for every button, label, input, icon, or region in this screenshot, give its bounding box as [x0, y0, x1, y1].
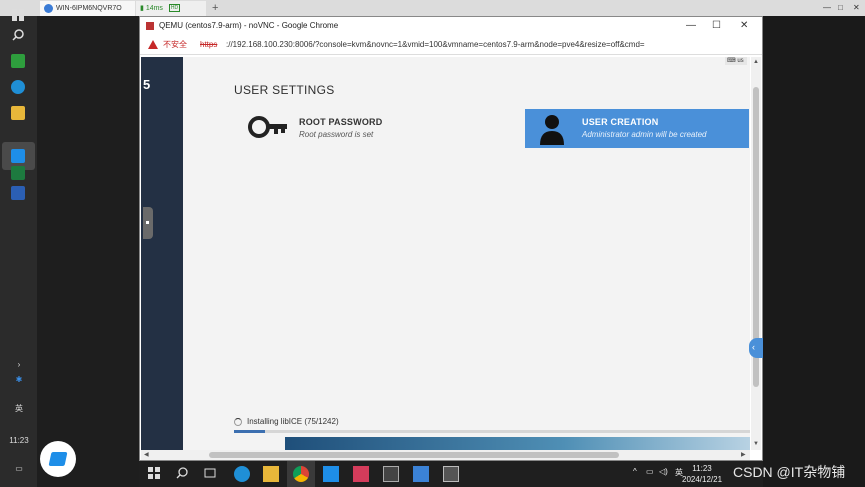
url-scheme: https — [200, 40, 218, 49]
remote-tab[interactable]: WIN-6IPM6NQVR7O — [40, 1, 135, 16]
spoke-root-password[interactable]: ROOT PASSWORD Root password is set — [236, 107, 496, 146]
taskbar-time: 11:23 — [692, 464, 712, 473]
spoke-name: ROOT PASSWORD — [299, 117, 383, 127]
signal-icon: ▮ — [140, 5, 144, 12]
app-gray-icon[interactable] — [443, 466, 459, 482]
volume-icon[interactable]: ◁) — [659, 467, 668, 476]
edge-taskbar-icon[interactable] — [234, 466, 250, 482]
chrome-window: QEMU (centos7.9-arm) - noVNC - Google Ch… — [139, 16, 763, 461]
windows-icon — [11, 8, 25, 22]
tray-chevron-icon[interactable]: ^ — [633, 467, 637, 476]
todesk-app-icon[interactable] — [40, 441, 76, 477]
progress-fill — [234, 430, 266, 433]
spoke-name: USER CREATION — [582, 117, 659, 127]
spoke-status: Root password is set — [299, 130, 374, 139]
user-icon — [539, 113, 565, 150]
collapse-panel-button[interactable]: ‹ — [749, 338, 763, 358]
app-blue-icon[interactable] — [413, 466, 429, 482]
new-tab-button[interactable]: + — [212, 0, 218, 16]
tray-display-icon[interactable]: ▭ — [646, 467, 654, 476]
installer-side-number: 5 — [143, 77, 151, 92]
scroll-left-arrow-icon[interactable]: ◀ — [144, 450, 149, 460]
terminal-icon[interactable] — [383, 466, 399, 482]
url-text: ://192.168.100.230:8006/?console=kvm&nov… — [226, 40, 645, 49]
excel-icon[interactable] — [11, 166, 25, 180]
remote-tab-title: WIN-6IPM6NQVR7O — [56, 5, 122, 12]
latency-value: 14ms — [145, 5, 163, 12]
right-background — [763, 16, 865, 487]
window-title: QEMU (centos7.9-arm) - noVNC - Google Ch… — [159, 21, 339, 30]
watermark: CSDN @IT杂物铺 — [733, 464, 846, 480]
taskbar-date: 2024/12/21 — [682, 475, 723, 484]
insecure-label[interactable]: 不安全 — [163, 35, 187, 55]
explorer-icon[interactable] — [263, 466, 279, 482]
chrome-taskbar-icon[interactable] — [293, 466, 309, 482]
app-green-icon[interactable] — [11, 54, 25, 68]
warning-icon — [148, 40, 158, 49]
scroll-right-arrow-icon[interactable]: ▶ — [741, 450, 746, 460]
search-icon[interactable] — [11, 28, 25, 42]
sidebar-time: 11:23 — [9, 436, 29, 445]
scroll-up-arrow-icon[interactable]: ▲ — [753, 59, 759, 65]
scroll-down-arrow-icon[interactable]: ▼ — [753, 441, 759, 447]
chrome-maximize-button[interactable]: ☐ — [712, 17, 721, 35]
remote-restore-button[interactable]: □ — [838, 0, 843, 16]
bluetooth-icon[interactable]: ✱ — [4, 375, 34, 384]
left-sidebar: › ✱ 英 11:23 ▭ — [0, 9, 37, 487]
remote-taskbar-icon[interactable] — [323, 466, 339, 482]
input-language[interactable]: 英 — [4, 403, 34, 414]
novnc-control-handle[interactable] — [143, 207, 153, 239]
remote-minimize-button[interactable]: — — [823, 0, 831, 16]
chrome-minimize-button[interactable]: — — [686, 17, 696, 35]
progress-text: Installing libICE (75/1242) — [247, 417, 339, 426]
installer-sidebar: 5 — [141, 57, 183, 450]
remote-logo-icon — [44, 4, 53, 13]
section-title: USER SETTINGS — [234, 83, 335, 97]
vnc-canvas[interactable]: 5 ⌨ us USER SETTINGS ROOT PASSWORD Root … — [141, 57, 750, 450]
key-icon — [248, 115, 288, 144]
chrome-close-button[interactable]: ✕ — [740, 17, 748, 35]
qemu-favicon-icon — [146, 22, 154, 30]
chrome-titlebar: QEMU (centos7.9-arm) - noVNC - Google Ch… — [140, 17, 762, 35]
spoke-status: Administrator admin will be created — [582, 130, 707, 139]
address-bar[interactable]: 不安全 https ://192.168.100.230:8006/?conso… — [140, 35, 762, 55]
vertical-scrollbar[interactable]: ▲ ▼ — [751, 57, 761, 450]
app-red-icon[interactable] — [353, 466, 369, 482]
scroll-thumb[interactable] — [209, 452, 619, 458]
remote-app-icon[interactable] — [11, 149, 25, 163]
folder-icon[interactable] — [11, 106, 25, 120]
task-view-icon[interactable] — [203, 466, 219, 482]
taskbar-clock[interactable]: 11:23 2024/12/21 — [682, 463, 722, 485]
spinner-icon — [234, 418, 242, 426]
spoke-user-creation[interactable]: USER CREATION Administrator admin will b… — [525, 109, 749, 148]
progress-bar — [234, 430, 750, 433]
windows-taskbar: ^ ▭ ◁) 英 11:23 2024/12/21 — [139, 461, 763, 487]
installer-banner — [285, 437, 750, 450]
quality-badge: HD — [168, 4, 181, 13]
expand-chevron-icon[interactable]: › — [4, 360, 34, 369]
remote-session-bar: WIN-6IPM6NQVR7O ▮ 14ms HD + — □ ✕ — [0, 0, 865, 16]
latency-tab[interactable]: ▮ 14ms HD — [136, 1, 206, 16]
install-progress: Installing libICE (75/1242) — [234, 415, 750, 435]
word-icon[interactable] — [11, 186, 25, 200]
taskbar-search-icon[interactable] — [175, 466, 191, 482]
notification-icon[interactable]: ▭ — [4, 464, 34, 473]
keyboard-layout-badge[interactable]: ⌨ us — [725, 57, 747, 65]
remote-close-button[interactable]: ✕ — [853, 0, 860, 16]
start-icon[interactable] — [147, 466, 163, 482]
edge-icon[interactable] — [11, 80, 25, 94]
chevron-left-icon: ‹ — [752, 342, 755, 352]
horizontal-scrollbar[interactable]: ◀ ▶ — [141, 450, 750, 460]
